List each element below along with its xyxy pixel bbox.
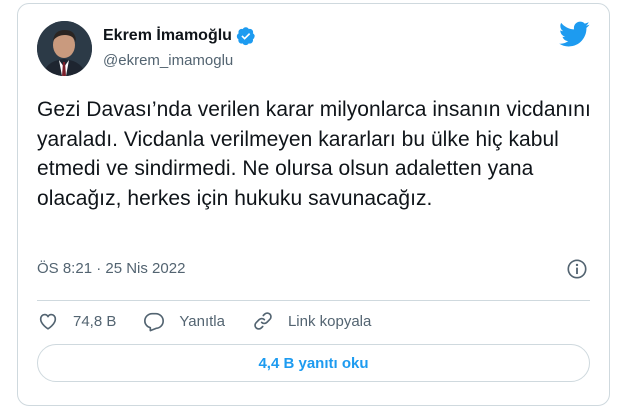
action-bar: 74,8 B Yanıtla Link kopyala xyxy=(37,310,398,332)
tweet-card: Ekrem İmamoğlu @ekrem_imamoglu Gezi Dava… xyxy=(17,3,610,406)
heart-icon xyxy=(39,313,57,330)
verified-badge-icon xyxy=(236,27,255,46)
author-row: Ekrem İmamoğlu xyxy=(103,26,256,46)
divider xyxy=(37,300,590,301)
twitter-bird-icon[interactable] xyxy=(559,21,590,48)
like-count: 74,8 B xyxy=(73,312,117,330)
author-name[interactable]: Ekrem İmamoğlu xyxy=(103,27,232,45)
reply-icon xyxy=(144,312,165,332)
info-icon[interactable] xyxy=(566,258,588,280)
read-replies-button[interactable]: 4,4 B yanıtı oku xyxy=(37,344,590,382)
tweet-timestamp[interactable]: ÖS 8:21 · 25 Nis 2022 xyxy=(37,260,185,277)
author-handle[interactable]: @ekrem_imamoglu xyxy=(103,52,233,69)
tweet-text: Gezi Davası’nda verilen karar milyonlarc… xyxy=(37,98,591,210)
link-icon xyxy=(254,312,272,330)
avatar[interactable] xyxy=(37,21,92,76)
reply-button[interactable]: Yanıtla xyxy=(143,310,225,332)
reply-label: Yanıtla xyxy=(179,312,225,330)
like-button[interactable]: 74,8 B xyxy=(37,310,116,332)
copy-link-label: Link kopyala xyxy=(287,312,372,330)
copy-link-button[interactable]: Link kopyala xyxy=(252,310,371,332)
